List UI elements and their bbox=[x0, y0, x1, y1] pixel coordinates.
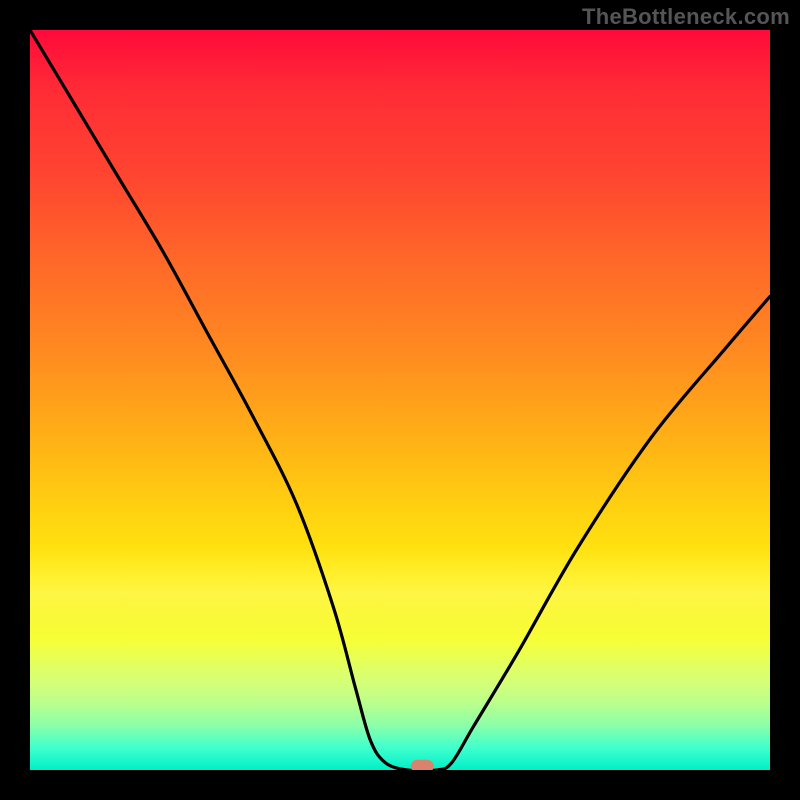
watermark-text: TheBottleneck.com bbox=[582, 4, 790, 30]
bottleneck-curve-path bbox=[30, 30, 770, 770]
plot-area bbox=[30, 30, 770, 770]
curve-svg bbox=[30, 30, 770, 770]
chart-frame: TheBottleneck.com bbox=[0, 0, 800, 800]
minimum-marker bbox=[411, 760, 433, 770]
